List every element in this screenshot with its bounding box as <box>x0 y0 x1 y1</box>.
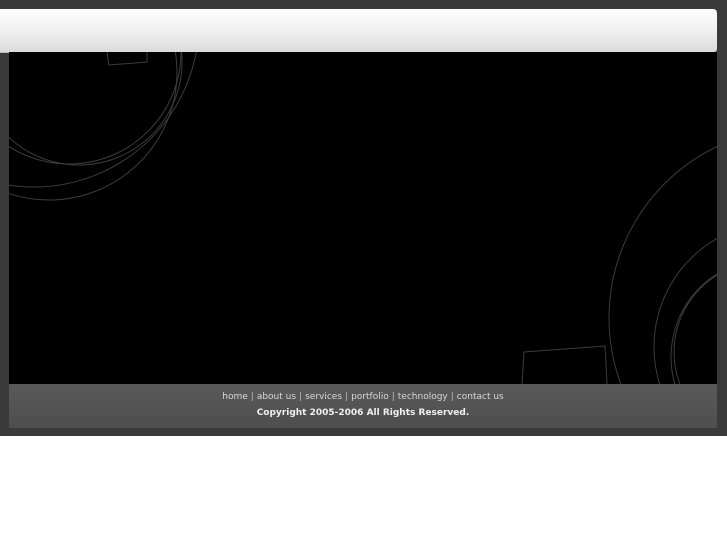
nav-link-contact-us[interactable]: contact us <box>457 392 504 402</box>
nav-separator: | <box>299 392 303 402</box>
footer: home | about us | services | portfolio | technol… <box>9 384 717 428</box>
nav-link-about-us[interactable]: about us <box>257 392 296 402</box>
nav-link-portfolio[interactable]: portfolio <box>351 392 389 402</box>
decorative-circles <box>9 52 717 384</box>
page-frame: home | about us | services | portfolio | technol… <box>0 0 727 436</box>
nav-separator: | <box>345 392 349 402</box>
copyright-text: Copyright 2005-2006 All Rights Reserved. <box>256 408 470 418</box>
nav-separator: | <box>250 392 254 402</box>
nav-separator: | <box>450 392 454 402</box>
nav-link-services[interactable]: services <box>305 392 342 402</box>
nav-separator: | <box>391 392 395 402</box>
footer-nav: home | about us | services | portfolio | technol… <box>9 391 717 403</box>
header-bar <box>0 9 717 52</box>
nav-link-home[interactable]: home <box>222 392 248 402</box>
nav-link-technology[interactable]: technology <box>398 392 448 402</box>
hero-area <box>9 52 717 384</box>
